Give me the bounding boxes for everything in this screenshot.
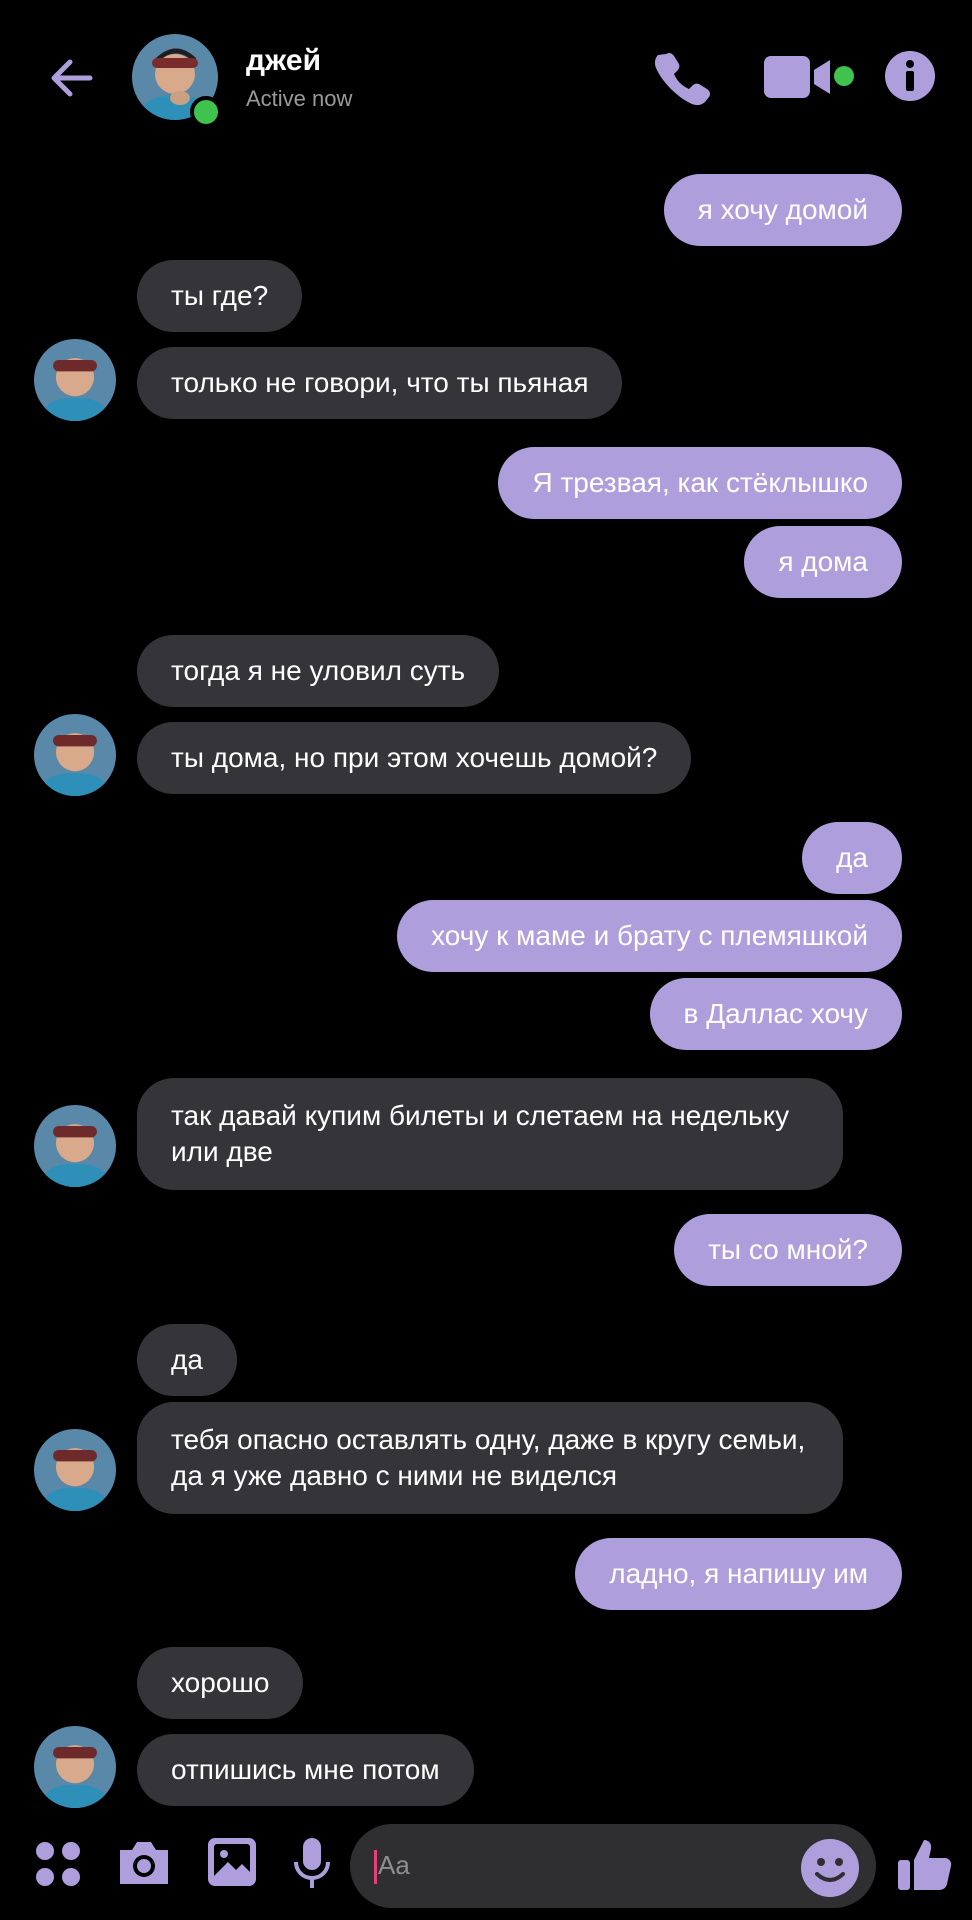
- message-outgoing[interactable]: я дома: [744, 526, 902, 598]
- message-input[interactable]: [350, 1824, 876, 1908]
- message-incoming[interactable]: хорошо: [137, 1647, 304, 1719]
- message-incoming[interactable]: так давай купим билеты и слетаем на неде…: [137, 1078, 843, 1190]
- avatar[interactable]: [34, 1105, 116, 1187]
- message-input-placeholder: Aa: [378, 1850, 410, 1880]
- phone-icon[interactable]: [652, 48, 712, 108]
- message-outgoing[interactable]: ты со мной?: [674, 1214, 902, 1286]
- message-incoming[interactable]: тебя опасно оставлять одну, даже в кругу…: [137, 1402, 843, 1514]
- message-incoming[interactable]: ты где?: [137, 260, 303, 332]
- microphone-icon[interactable]: [292, 1836, 332, 1892]
- message-outgoing[interactable]: я хочу домой: [663, 174, 902, 246]
- gallery-icon[interactable]: [206, 1836, 258, 1888]
- avatar[interactable]: [34, 1429, 116, 1511]
- message-incoming[interactable]: только не говори, что ты пьяная: [137, 347, 623, 419]
- avatar[interactable]: [34, 339, 116, 421]
- thumbs-up-icon[interactable]: [896, 1836, 954, 1894]
- active-status: Active now: [246, 86, 353, 111]
- text-cursor: [374, 1850, 377, 1884]
- message-outgoing[interactable]: Я трезвая, как стёклышко: [498, 447, 902, 519]
- video-online-indicator: [834, 66, 854, 86]
- message-incoming[interactable]: отпишись мне потом: [137, 1734, 474, 1806]
- message-incoming[interactable]: ты дома, но при этом хочешь домой?: [137, 722, 692, 794]
- arrow-left-icon[interactable]: [44, 50, 100, 106]
- message-outgoing[interactable]: ладно, я напишу им: [575, 1538, 902, 1610]
- message-outgoing[interactable]: в Даллас хочу: [649, 978, 902, 1050]
- avatar[interactable]: [34, 714, 116, 796]
- message-incoming[interactable]: да: [137, 1324, 237, 1396]
- message-outgoing[interactable]: хочу к маме и брату с племяшкой: [397, 900, 902, 972]
- message-incoming[interactable]: тогда я не уловил суть: [137, 635, 500, 707]
- emoji-icon[interactable]: [800, 1838, 860, 1898]
- camera-icon[interactable]: [116, 1836, 172, 1888]
- info-icon[interactable]: [884, 50, 936, 102]
- avatar[interactable]: [34, 1726, 116, 1808]
- apps-icon[interactable]: [34, 1840, 82, 1888]
- contact-name[interactable]: джей: [246, 44, 321, 78]
- message-outgoing[interactable]: да: [802, 822, 902, 894]
- online-indicator: [190, 96, 222, 128]
- chat-header: джей Active now: [0, 0, 972, 150]
